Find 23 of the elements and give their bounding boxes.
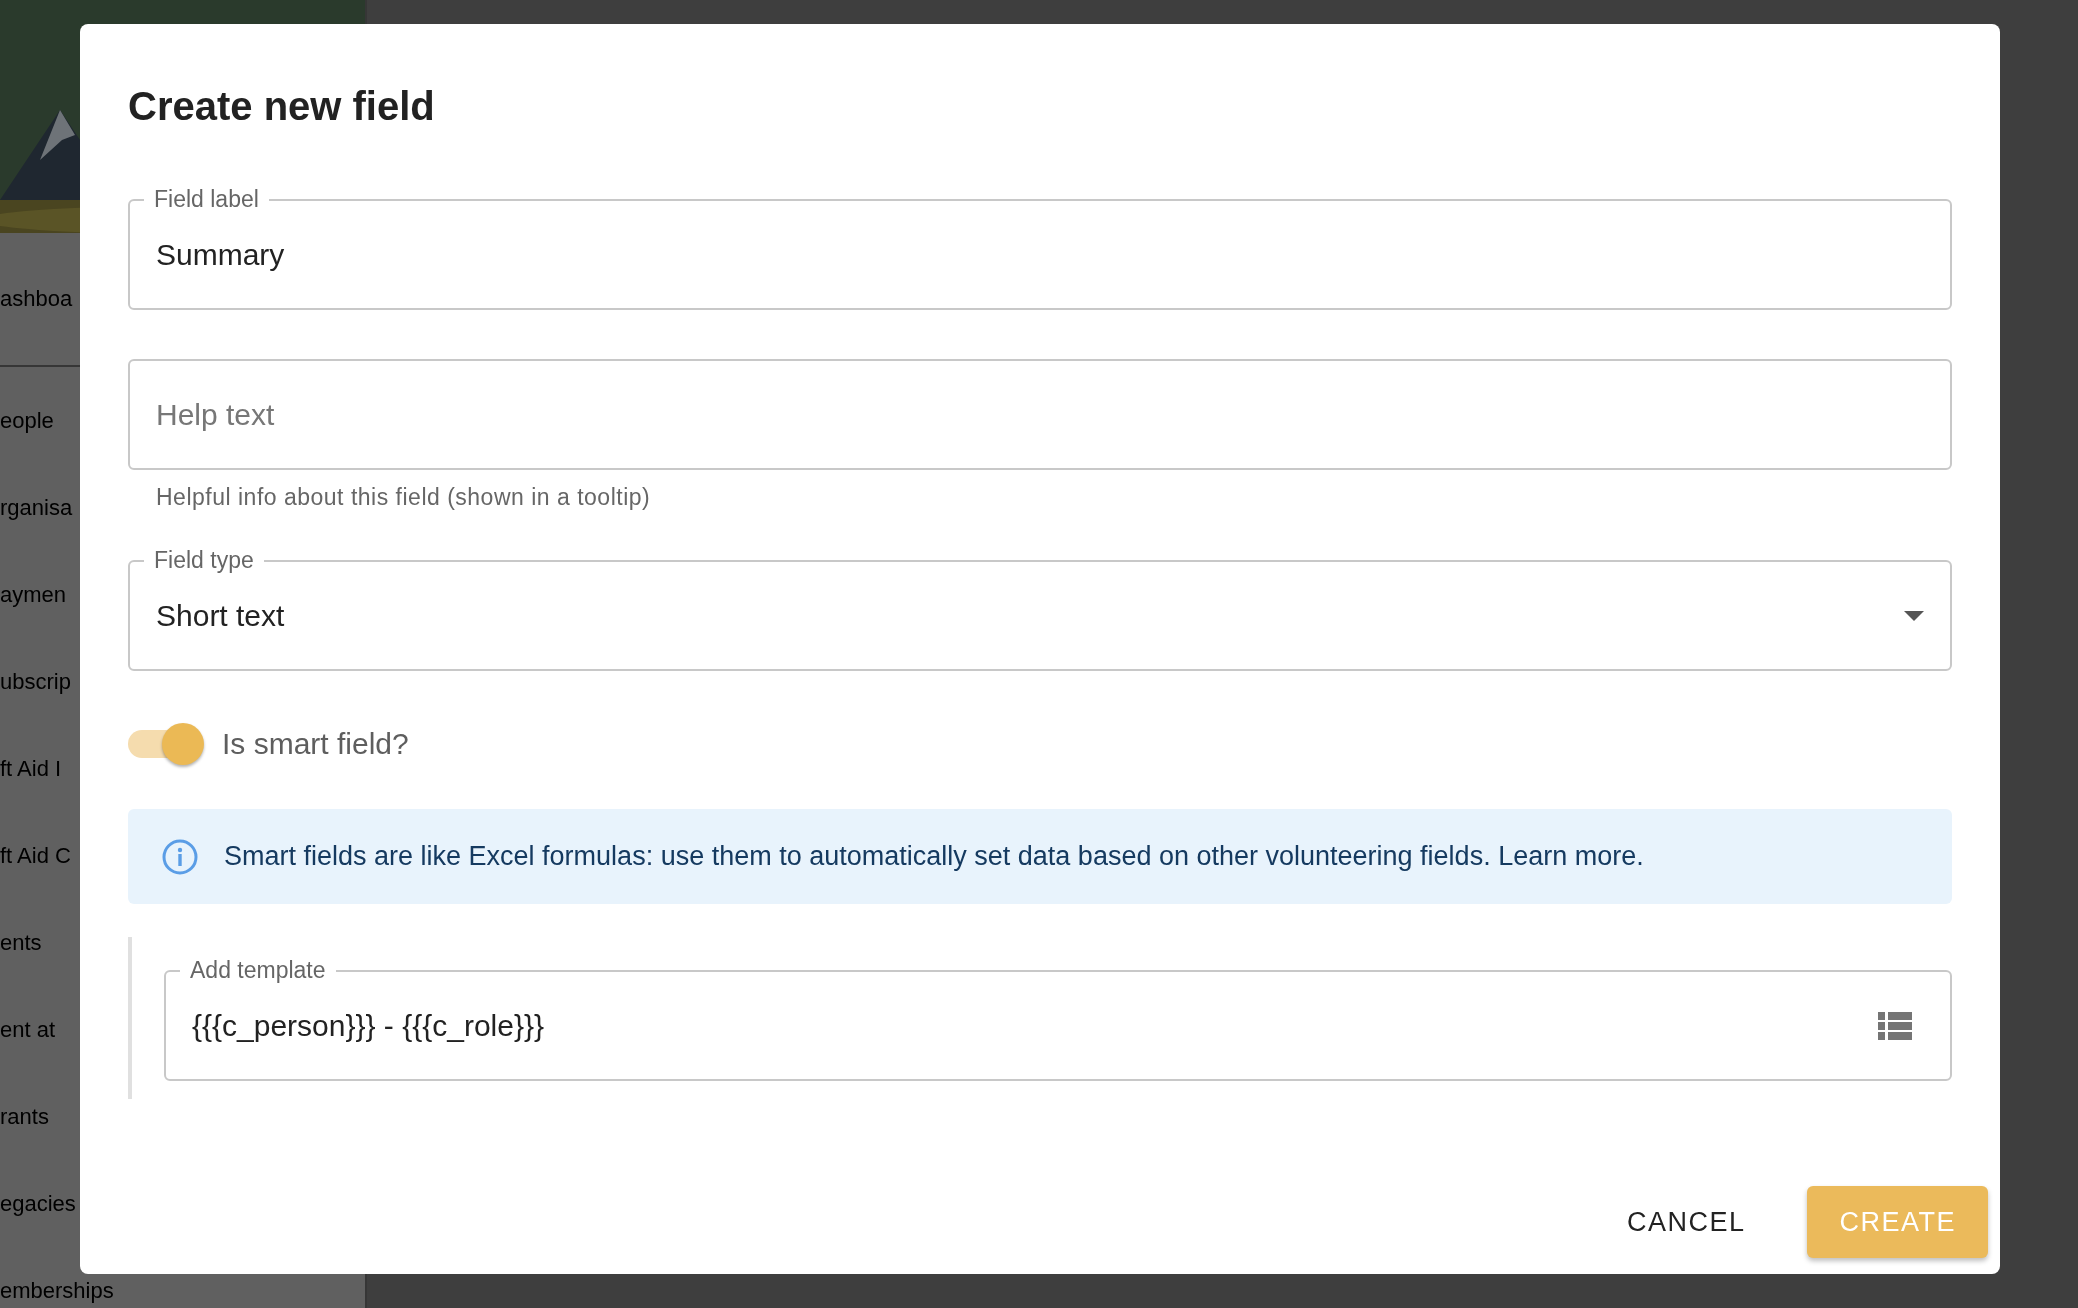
nav-item[interactable]: ubscrip <box>0 668 71 695</box>
learn-more-link[interactable]: Learn more. <box>1498 841 1644 871</box>
nav-item[interactable]: egacies <box>0 1190 76 1217</box>
cancel-button[interactable]: CANCEL <box>1594 1186 1778 1258</box>
helper-text: Helpful info about this field (shown in a tooltip) <box>156 484 651 511</box>
nav-item[interactable]: ashboa <box>0 286 73 312</box>
info-icon <box>162 838 198 875</box>
nav-item[interactable]: rants <box>0 1103 49 1130</box>
nav-item[interactable]: ents <box>0 929 42 956</box>
nav-item[interactable]: aymen <box>0 581 67 608</box>
dropdown-caret-icon <box>1904 610 1924 621</box>
nav-item[interactable]: ent at <box>0 1016 56 1043</box>
nav-item[interactable]: eople <box>0 407 54 434</box>
dialog-title: Create new field <box>128 84 435 129</box>
smart-field-switch[interactable] <box>128 723 204 765</box>
nav-item[interactable]: ft Aid C <box>0 842 71 869</box>
list-icon[interactable] <box>1878 1011 1912 1040</box>
switch-label: Is smart field? <box>222 727 409 761</box>
info-text: Smart fields are like Excel formulas: use them to automatically set data based on other volunteering fields. Learn more. <box>224 841 1644 872</box>
nav-item[interactable]: emberships <box>0 1277 114 1304</box>
nav-item[interactable]: ft Aid I <box>0 755 62 782</box>
nav-item[interactable]: rganisa <box>0 494 73 521</box>
create-button[interactable]: CREATE <box>1807 1186 1988 1258</box>
